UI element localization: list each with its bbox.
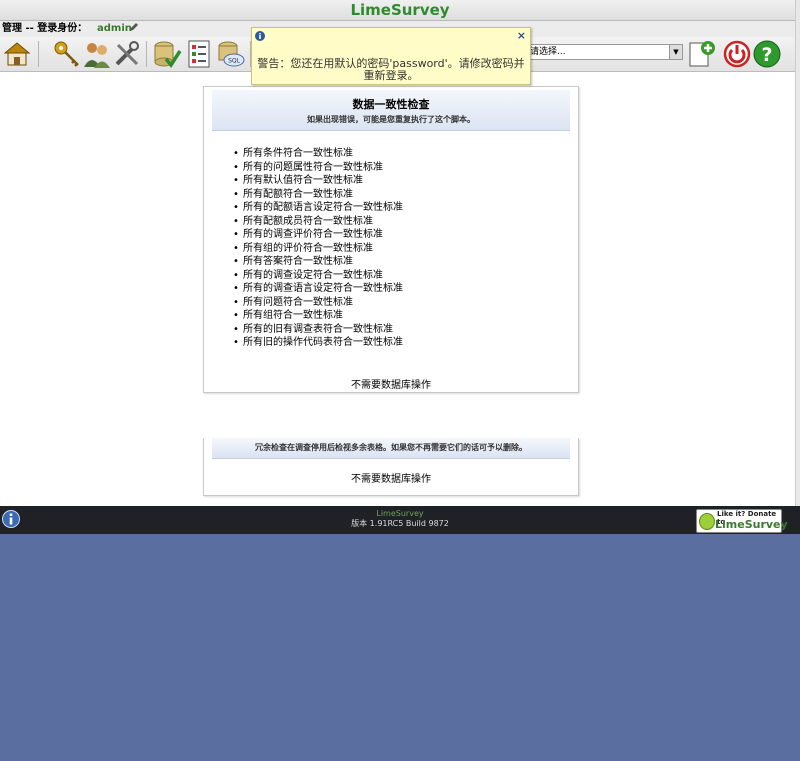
password-warning-popup: × 警告：您还在用默认的密码'password'。请修改密码并重新登录。 bbox=[251, 27, 531, 85]
edit-pencil-icon[interactable] bbox=[129, 22, 139, 38]
chevron-down-icon[interactable]: ▼ bbox=[669, 45, 682, 59]
integrity-check-header: 数据一致性检查 如果出现错误，可能是您重复执行了这个脚本。 bbox=[212, 90, 570, 131]
list-item: 所有的调查语言设定符合一致性标准 bbox=[233, 282, 578, 296]
svg-text:?: ? bbox=[761, 44, 772, 66]
version-text: 版本 1.91RC5 Build 9872 bbox=[351, 519, 449, 528]
checklist-icon[interactable] bbox=[184, 39, 214, 69]
survey-select[interactable]: 请选择... ▼ bbox=[526, 44, 683, 60]
app-title: LimeSurvey bbox=[350, 1, 450, 19]
logout-icon[interactable] bbox=[722, 39, 752, 69]
admin-page: LimeSurvey 管理 -- 登录身份： admin SQL ? 请选择..… bbox=[0, 0, 800, 506]
list-item: 所有组符合一致性标准 bbox=[233, 309, 578, 323]
list-item: 所有条件符合一致性标准 bbox=[233, 147, 578, 161]
add-survey-icon[interactable] bbox=[686, 39, 716, 69]
panel-subtitle: 如果出现错误，可能是您重复执行了这个脚本。 bbox=[307, 115, 475, 124]
list-item: 所有问题符合一致性标准 bbox=[233, 296, 578, 310]
list-item: 所有旧的操作代码表符合一致性标准 bbox=[233, 336, 578, 350]
check-list: 所有条件符合一致性标准 所有的问题属性符合一致性标准 所有默认值符合一致性标准 … bbox=[204, 147, 578, 350]
panel-title: 数据一致性检查 bbox=[352, 98, 430, 111]
footer-app-name: LimeSurvey bbox=[376, 509, 424, 518]
redundancy-result: 不需要数据库操作 bbox=[351, 474, 431, 485]
version-info: LimeSurvey 版本 1.91RC5 Build 9872 bbox=[0, 509, 800, 529]
redundancy-check-panel: 冗余检查在调查停用后检视多余表格。如果您不再需要它们的话可予以删除。 不需要数据… bbox=[203, 438, 579, 496]
home-icon[interactable] bbox=[2, 39, 32, 69]
users-icon[interactable] bbox=[82, 39, 112, 69]
warning-message: 警告：您还在用默认的密码'password'。请修改密码并重新登录。 bbox=[257, 57, 525, 82]
list-item: 所有的配额语言设定符合一致性标准 bbox=[233, 201, 578, 215]
list-item: 所有组的评价符合一致性标准 bbox=[233, 242, 578, 256]
list-item: 所有的调查评价符合一致性标准 bbox=[233, 228, 578, 242]
lime-logo-icon bbox=[699, 513, 715, 530]
keys-icon[interactable] bbox=[52, 39, 82, 69]
login-label: 管理 -- 登录身份： bbox=[2, 23, 88, 34]
close-icon[interactable]: × bbox=[517, 29, 526, 42]
help-icon[interactable]: ? bbox=[752, 39, 782, 69]
list-item: 所有配额符合一致性标准 bbox=[233, 188, 578, 202]
list-item: 所有的调查设定符合一致性标准 bbox=[233, 269, 578, 283]
list-item: 所有的问题属性符合一致性标准 bbox=[233, 161, 578, 175]
scrollbar[interactable] bbox=[795, 0, 800, 506]
toolbar-separator bbox=[38, 41, 39, 67]
integrity-result: 不需要数据库操作 bbox=[351, 379, 431, 391]
username-link[interactable]: admin bbox=[97, 21, 132, 37]
integrity-check-panel: 数据一致性检查 如果出现错误，可能是您重复执行了这个脚本。 所有条件符合一致性标… bbox=[203, 86, 579, 393]
donate-line2: LimeSurvey bbox=[715, 518, 788, 531]
redundancy-check-header: 冗余检查在调查停用后检视多余表格。如果您不再需要它们的话可予以删除。 bbox=[212, 438, 570, 459]
title-bar: LimeSurvey bbox=[0, 0, 800, 21]
list-item: 所有默认值符合一致性标准 bbox=[233, 174, 578, 188]
toolbar-separator bbox=[146, 41, 147, 67]
donate-button[interactable]: Like it? Donate to LimeSurvey bbox=[696, 509, 788, 533]
tools-icon[interactable] bbox=[112, 39, 142, 69]
list-item: 所有的旧有调查表符合一致性标准 bbox=[233, 323, 578, 337]
info-icon bbox=[255, 31, 265, 44]
list-item: 所有答案符合一致性标准 bbox=[233, 255, 578, 269]
svg-text:SQL: SQL bbox=[228, 58, 241, 65]
sql-database-icon[interactable]: SQL bbox=[216, 39, 246, 69]
database-check-icon[interactable] bbox=[152, 39, 182, 69]
footer: LimeSurvey 版本 1.91RC5 Build 9872 Like it… bbox=[0, 506, 800, 534]
survey-select-value: 请选择... bbox=[530, 47, 566, 57]
panel-subtitle: 冗余检查在调查停用后检视多余表格。如果您不再需要它们的话可予以删除。 bbox=[255, 443, 527, 452]
list-item: 所有配额成员符合一致性标准 bbox=[233, 215, 578, 229]
